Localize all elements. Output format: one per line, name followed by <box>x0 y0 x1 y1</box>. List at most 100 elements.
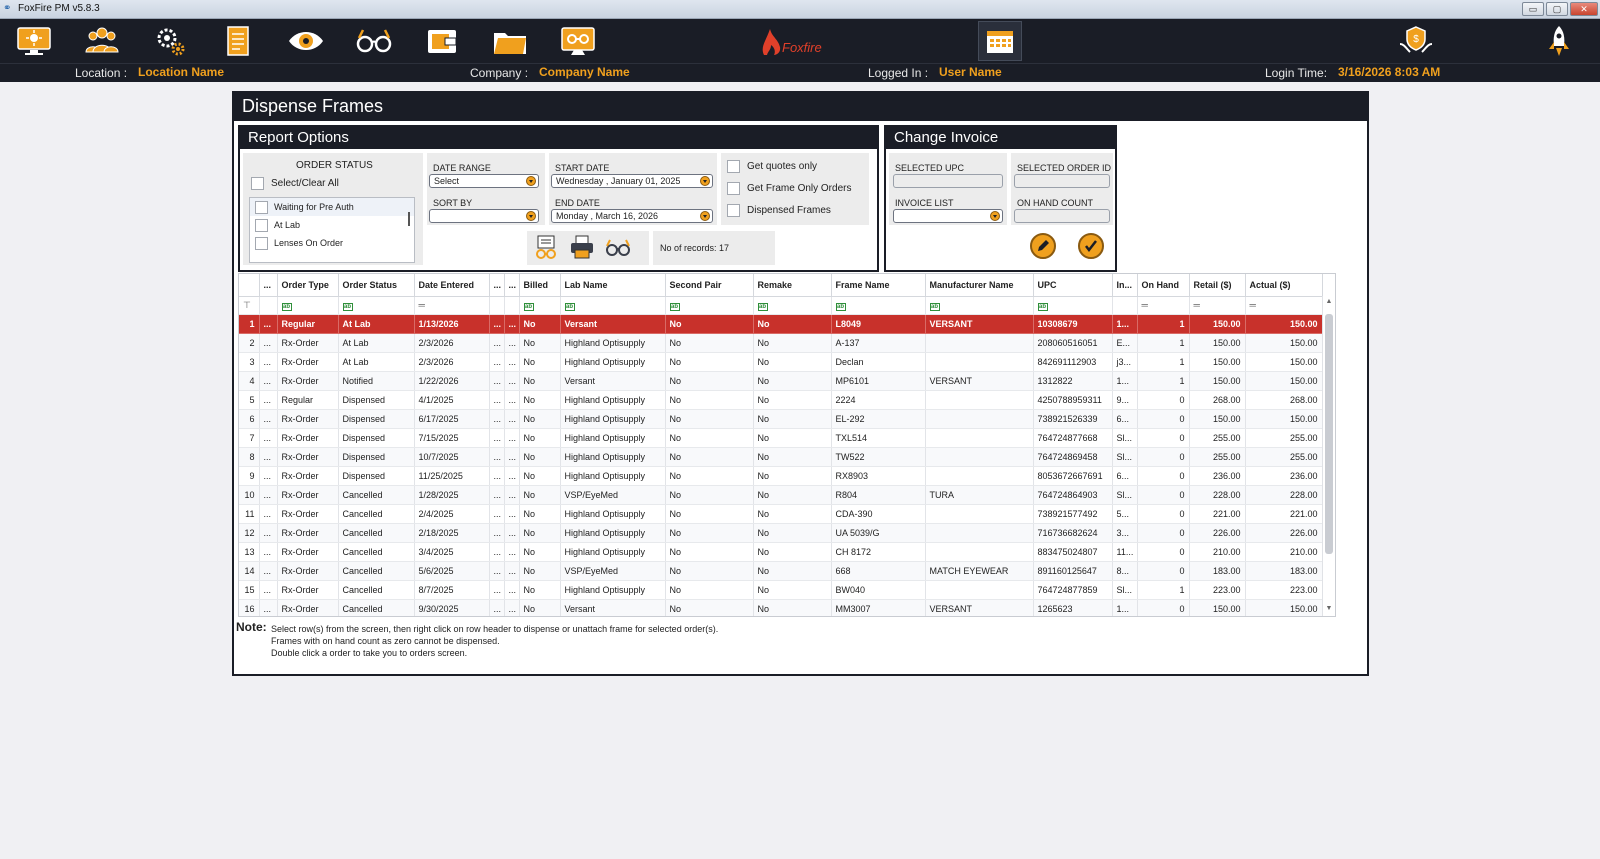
grid-scrollbar[interactable]: ▲ ▼ <box>1322 296 1334 616</box>
column-header[interactable]: Remake <box>753 274 832 297</box>
status-checkbox[interactable] <box>255 200 268 214</box>
table-row[interactable]: 10... Rx-Order Cancelled 1/28/2025...... No V… <box>239 485 1323 505</box>
patients-icon[interactable] <box>82 23 122 59</box>
restore-button[interactable]: ▢ <box>1546 2 1568 16</box>
edit-invoice-button[interactable] <box>1030 233 1056 259</box>
close-button[interactable]: ✕ <box>1570 2 1598 16</box>
scroll-up-icon[interactable]: ▲ <box>1324 298 1334 308</box>
table-row[interactable]: 13... Rx-Order Cancelled 3/4/2025...... No Hi… <box>239 542 1323 562</box>
get-frame-only-orders-checkbox[interactable] <box>727 182 740 195</box>
settings-icon[interactable] <box>150 23 190 59</box>
rocket-icon[interactable] <box>1539 23 1579 59</box>
table-row[interactable]: 6... Rx-Order Dispensed 6/17/2025...... No Hi… <box>239 409 1323 429</box>
scroll-down-icon[interactable]: ▼ <box>1324 605 1334 615</box>
select-all-checkbox[interactable] <box>251 177 264 190</box>
filter-cell[interactable]: ab <box>338 296 415 315</box>
status-item-waiting-pre-auth[interactable]: Waiting for Pre Auth <box>250 198 414 216</box>
column-header[interactable] <box>239 274 260 297</box>
wallet-icon[interactable] <box>422 23 462 59</box>
table-row[interactable]: 11... Rx-Order Cancelled 2/4/2025...... No Hi… <box>239 504 1323 524</box>
column-header[interactable]: Actual ($) <box>1245 274 1323 297</box>
column-header[interactable]: ... <box>489 274 505 297</box>
table-row[interactable]: 5... Regular Dispensed 4/1/2025...... No High… <box>239 390 1323 410</box>
table-row[interactable]: 8... Rx-Order Dispensed 10/7/2025...... No Hi… <box>239 447 1323 467</box>
folder-icon[interactable] <box>490 23 530 59</box>
reports-icon[interactable] <box>218 23 258 59</box>
filter-funnel-icon[interactable]: ⊤ <box>239 296 260 315</box>
sort-by-select[interactable] <box>429 209 539 223</box>
status-item-lenses-on-order[interactable]: Lenses On Order <box>250 234 414 252</box>
minimize-button[interactable]: ▭ <box>1522 2 1544 16</box>
printer-icon[interactable] <box>568 233 596 261</box>
column-header[interactable]: Order Status <box>338 274 415 297</box>
table-row[interactable]: 7... Rx-Order Dispensed 7/15/2025...... No Hi… <box>239 428 1323 448</box>
column-header[interactable]: Retail ($) <box>1189 274 1246 297</box>
filter-cell[interactable]: ab <box>665 296 754 315</box>
filter-cell[interactable]: ═ <box>414 296 490 315</box>
filter-cell[interactable]: ab <box>753 296 832 315</box>
scroll-thumb[interactable] <box>1325 314 1333 554</box>
selected-order-id-field[interactable] <box>1014 174 1110 188</box>
glasses-icon[interactable] <box>354 23 394 59</box>
column-header[interactable]: ... <box>504 274 520 297</box>
column-header[interactable]: On Hand <box>1137 274 1190 297</box>
table-row[interactable]: 3... Rx-Order At Lab 2/3/2026...... No Highla… <box>239 352 1323 372</box>
table-row[interactable]: 9... Rx-Order Dispensed 11/25/2025...... No H… <box>239 466 1323 486</box>
column-header[interactable]: Second Pair <box>665 274 754 297</box>
column-header[interactable]: UPC <box>1033 274 1113 297</box>
filter-cell[interactable]: ═ <box>1189 296 1246 315</box>
insurance-icon[interactable]: $ <box>1396 23 1436 59</box>
frames-icon[interactable] <box>558 23 598 59</box>
table-row[interactable]: 4... Rx-Order Notified 1/22/2026...... No Ver… <box>239 371 1323 391</box>
column-header[interactable]: Frame Name <box>831 274 926 297</box>
date-range-select[interactable]: Select <box>429 174 539 188</box>
table-row[interactable]: 12... Rx-Order Cancelled 2/18/2025...... No H… <box>239 523 1323 543</box>
filter-cell[interactable] <box>504 296 520 315</box>
table-row[interactable]: 1... Regular At Lab 1/13/2026...... No Versan… <box>239 314 1323 334</box>
table-row[interactable]: 14... Rx-Order Cancelled 5/6/2025...... No VS… <box>239 561 1323 581</box>
get-frame-only-orders-option[interactable]: Get Frame Only Orders <box>727 182 851 195</box>
column-header[interactable]: Billed <box>519 274 561 297</box>
column-header[interactable]: Manufacturer Name <box>925 274 1034 297</box>
invoice-list-select[interactable] <box>893 209 1003 223</box>
filter-cell[interactable]: ═ <box>1137 296 1190 315</box>
table-row[interactable]: 15... Rx-Order Cancelled 8/7/2025...... No Hi… <box>239 580 1323 600</box>
column-header[interactable]: ... <box>259 274 278 297</box>
column-header[interactable]: Lab Name <box>560 274 666 297</box>
status-checkbox[interactable] <box>255 218 268 232</box>
filter-cell[interactable]: ab <box>1033 296 1113 315</box>
filter-cell[interactable] <box>489 296 505 315</box>
dashboard-icon[interactable] <box>14 23 54 59</box>
status-item-at-lab[interactable]: At Lab <box>250 216 414 234</box>
status-checkbox[interactable] <box>255 236 268 250</box>
start-date-picker[interactable]: Wednesday , January 01, 2025 <box>551 174 713 188</box>
column-header[interactable]: Order Type <box>277 274 339 297</box>
filter-cell[interactable] <box>259 296 278 315</box>
filter-cell[interactable]: ab <box>519 296 561 315</box>
table-row[interactable]: 16... Rx-Order Cancelled 9/30/2025...... No V… <box>239 599 1323 616</box>
filter-cell[interactable]: ab <box>277 296 339 315</box>
filter-cell[interactable]: ab <box>831 296 926 315</box>
select-clear-all[interactable]: Select/Clear All <box>251 177 339 190</box>
selected-upc-field[interactable] <box>893 174 1003 188</box>
end-date-picker[interactable]: Monday , March 16, 2026 <box>551 209 713 223</box>
status-list-scrollbar[interactable] <box>408 212 410 226</box>
column-header[interactable]: In... <box>1112 274 1138 297</box>
dispense-report-icon[interactable] <box>532 233 560 261</box>
table-row[interactable]: 2... Rx-Order At Lab 2/3/2026...... No Highla… <box>239 333 1323 353</box>
calendar-icon[interactable] <box>978 21 1022 61</box>
filter-cell[interactable] <box>1112 296 1138 315</box>
filter-cell[interactable]: ab <box>925 296 1034 315</box>
dispensed-frames-checkbox[interactable] <box>727 204 740 217</box>
filter-cell[interactable]: ab <box>560 296 666 315</box>
eye-exam-icon[interactable] <box>286 23 326 59</box>
order-status-list[interactable]: Waiting for Pre Auth At Lab Lenses On Or… <box>249 197 415 263</box>
dispensed-frames-option[interactable]: Dispensed Frames <box>727 204 831 217</box>
confirm-invoice-button[interactable] <box>1078 233 1104 259</box>
eyeglasses-icon[interactable] <box>604 233 632 261</box>
get-quotes-only-option[interactable]: Get quotes only <box>727 160 817 173</box>
get-quotes-only-checkbox[interactable] <box>727 160 740 173</box>
column-header[interactable]: Date Entered <box>414 274 490 297</box>
on-hand-count-field[interactable] <box>1014 209 1110 223</box>
filter-cell[interactable]: ═ <box>1245 296 1323 315</box>
